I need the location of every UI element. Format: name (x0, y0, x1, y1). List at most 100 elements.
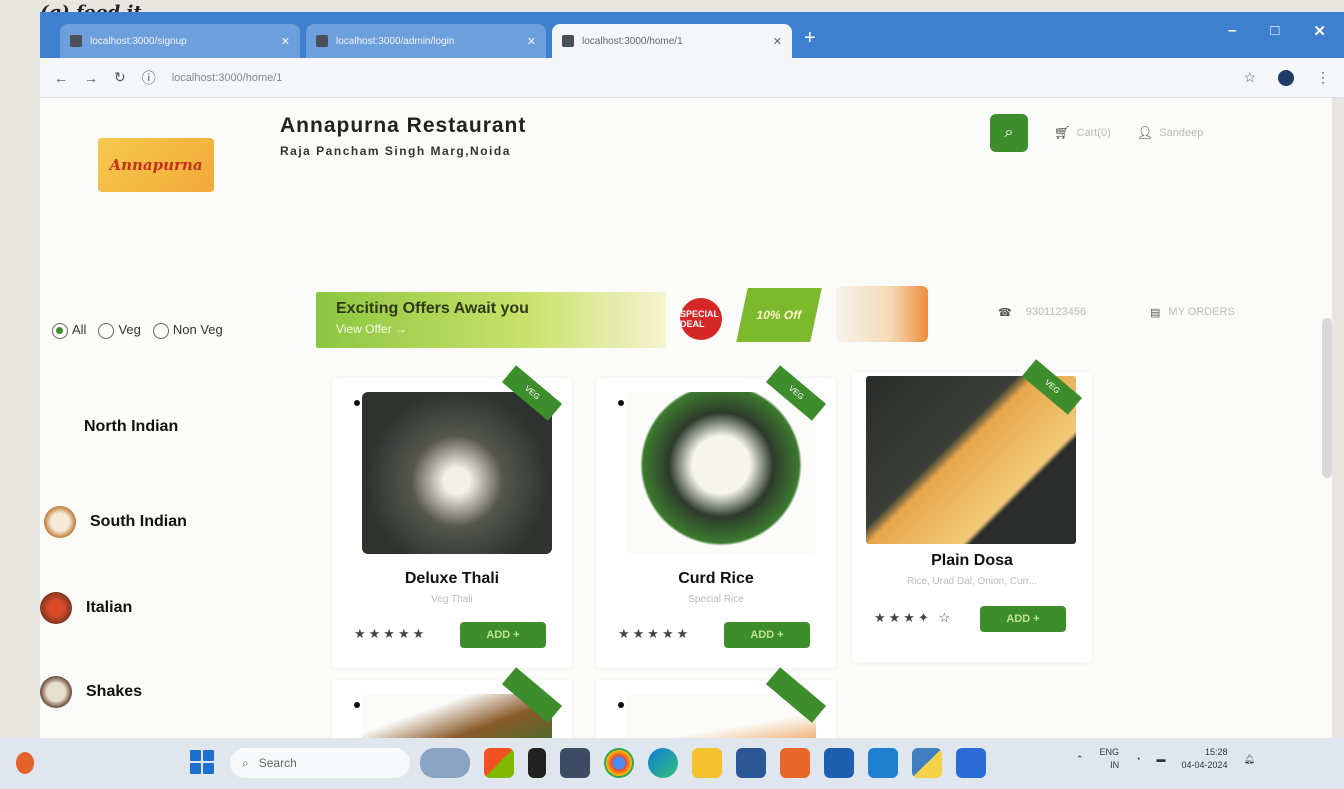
file-explorer-icon[interactable] (692, 748, 722, 778)
browser-tab-active[interactable]: localhost:3000/home/1 ✕ (552, 24, 792, 58)
restaurant-logo[interactable]: Annapurna (98, 138, 214, 192)
tab-title: localhost:3000/signup (90, 35, 187, 47)
window-controls: – □ ✕ (1228, 22, 1326, 40)
filter-non-veg[interactable]: Non Veg (152, 322, 223, 339)
windows-taskbar: ⌕ Search ⌃ ENG IN ◔ ▬ 15:28 04-04-2024 🔔… (0, 738, 1344, 789)
reload-icon[interactable]: ↻ (114, 69, 126, 86)
linkedin-icon[interactable] (824, 748, 854, 778)
category-north-indian[interactable]: North Indian (84, 418, 178, 436)
taskbar-search[interactable]: ⌕ Search (230, 748, 410, 778)
user-label: Sandeep (1159, 127, 1204, 139)
tab-title: localhost:3000/home/1 (582, 35, 683, 47)
offer-illustration (836, 286, 928, 342)
widgets-icon[interactable] (420, 748, 470, 778)
category-italian[interactable]: Italian (40, 592, 132, 624)
word-icon[interactable] (956, 748, 986, 778)
browser-tab[interactable]: localhost:3000/admin/login ✕ (306, 24, 546, 58)
add-to-cart-button[interactable]: ADD + (724, 622, 810, 648)
radio-icon[interactable] (52, 322, 68, 339)
product-description: Special Rice (688, 594, 744, 605)
tab-close-icon[interactable]: ✕ (773, 35, 782, 48)
product-card[interactable]: VEG Curd Rice Special Rice ★★★★★ ADD + (596, 365, 836, 668)
product-card[interactable] (332, 667, 572, 738)
filter-veg[interactable]: Veg (98, 322, 141, 339)
python-icon[interactable] (912, 748, 942, 778)
product-card[interactable]: VEG Deluxe Thali Veg Thali ★★★★★ ADD + (332, 365, 572, 668)
cart-link[interactable]: 🛒︎ Cart(0) (1054, 125, 1111, 141)
bookmark-star-icon[interactable]: ☆ (1243, 69, 1256, 86)
profile-avatar[interactable] (1278, 69, 1294, 86)
product-description: Veg Thali (431, 594, 473, 605)
my-orders-link[interactable]: ▤ MY ORDERS (1150, 306, 1235, 319)
page-scrollbar[interactable] (1322, 318, 1332, 478)
maximize-button[interactable]: □ (1270, 22, 1279, 40)
notification-bell-icon[interactable]: 🔔︎ (1244, 754, 1255, 765)
search-icon: ⌕ (1004, 124, 1014, 141)
app-icon[interactable] (780, 748, 810, 778)
vscode-icon[interactable] (868, 748, 898, 778)
store-icon[interactable] (484, 748, 514, 778)
back-icon[interactable]: ← (54, 70, 68, 86)
terminal-icon[interactable] (528, 748, 546, 778)
radio-icon[interactable] (98, 322, 115, 339)
edge-icon[interactable] (648, 748, 678, 778)
url-input[interactable]: localhost:3000/home/1 (172, 72, 1228, 84)
clock-date: 04-04-2024 (1181, 760, 1228, 770)
veg-dot-icon (618, 702, 624, 708)
search-button[interactable]: ⌕ (990, 114, 1028, 152)
clock-time: 15:28 (1205, 747, 1228, 757)
cart-icon: 🛒︎ (1054, 125, 1071, 140)
view-offer-link[interactable]: View Offer → (336, 322, 646, 336)
weather-icon[interactable] (16, 752, 34, 774)
start-button[interactable] (190, 750, 214, 774)
category-shakes[interactable]: Shakes (40, 676, 142, 708)
category-south-indian[interactable]: South Indian (44, 506, 187, 538)
category-label: Shakes (86, 683, 143, 700)
tab-close-icon[interactable]: ✕ (281, 35, 290, 48)
tab-close-icon[interactable]: ✕ (527, 35, 536, 48)
diet-filter: All Veg Non Veg (52, 322, 223, 339)
product-name: Curd Rice (678, 570, 754, 587)
user-link[interactable]: 👤︎ Sandeep (1137, 125, 1204, 141)
offer-banner[interactable]: Exciting Offers Await you View Offer → (316, 292, 666, 348)
rating-stars-icon: ★★★★★ (354, 626, 428, 641)
site-info-icon[interactable]: ⓘ (142, 68, 156, 88)
app-icon[interactable] (560, 748, 590, 778)
add-to-cart-button[interactable]: ADD + (460, 622, 546, 648)
favicon-icon (70, 35, 82, 47)
clock[interactable]: 15:28 04-04-2024 (1182, 746, 1228, 772)
product-card[interactable]: VEG Plain Dosa Rice, Urad Dal, Onion, Cu… (852, 359, 1092, 662)
product-card[interactable] (596, 667, 836, 738)
product-image (362, 392, 552, 554)
forward-icon[interactable]: → (84, 70, 98, 86)
filter-all[interactable]: All (52, 322, 86, 339)
tab-title: localhost:3000/admin/login (336, 35, 455, 47)
add-to-cart-button[interactable]: ADD + (980, 606, 1066, 632)
chrome-icon[interactable] (604, 748, 634, 778)
cart-label: Cart(0) (1076, 127, 1111, 139)
language-indicator[interactable]: ENG IN (1100, 746, 1120, 772)
wifi-icon[interactable]: ◔ (1135, 754, 1140, 764)
search-icon: ⌕ (242, 755, 249, 770)
battery-icon[interactable]: ▬ (1157, 754, 1166, 764)
minimize-button[interactable]: – (1228, 22, 1236, 40)
taskbar-search-label: Search (258, 756, 297, 770)
app-icon[interactable] (736, 748, 766, 778)
rating-stars-icon: ★★★★★ (618, 626, 692, 641)
orders-icon: ▤ (1150, 307, 1161, 319)
page-content: Annapurna Annapurna Restaurant Raja Panc… (40, 98, 1332, 738)
radio-icon[interactable] (152, 322, 169, 339)
new-tab-button[interactable]: + (804, 27, 816, 50)
product-image (626, 392, 816, 554)
italian-thumbnail (40, 592, 72, 624)
close-window-button[interactable]: ✕ (1313, 22, 1326, 40)
menu-kebab-icon[interactable]: ⋮ (1316, 69, 1330, 86)
veg-dot-icon (354, 400, 360, 406)
browser-tab[interactable]: localhost:3000/signup ✕ (60, 24, 300, 58)
phone-info: ☎ 9301123456 (998, 306, 1086, 319)
veg-dot-icon (618, 400, 624, 406)
phone-number: 9301123456 (1025, 306, 1087, 318)
product-description: Rice, Urad Dal, Onion, Curr... (906, 576, 1038, 587)
rating-stars-icon: ★★★✦ ☆ (874, 610, 954, 625)
tray-overflow-icon[interactable]: ⌃ (1076, 754, 1084, 765)
